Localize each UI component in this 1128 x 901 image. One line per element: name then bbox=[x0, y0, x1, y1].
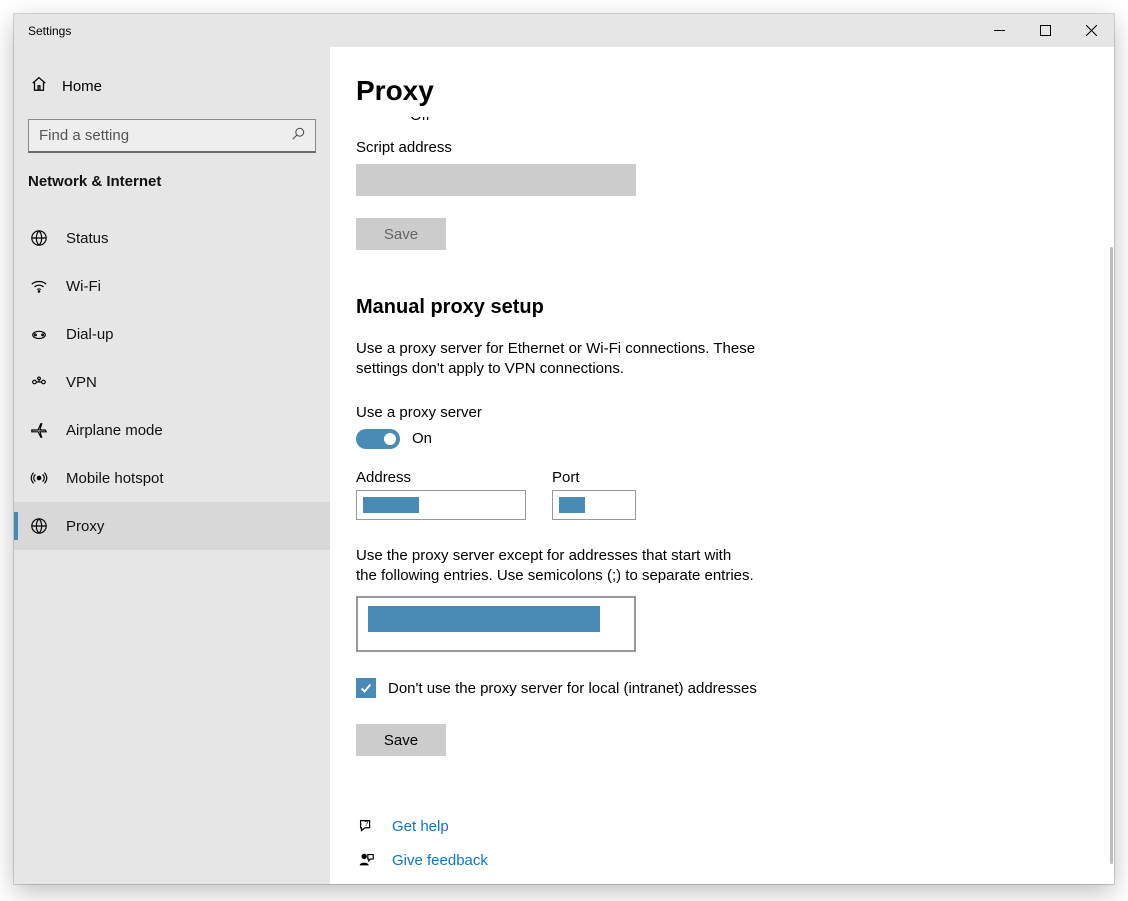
use-proxy-label: Use a proxy server bbox=[356, 404, 1088, 421]
sidebar-item-label: Airplane mode bbox=[66, 422, 163, 439]
address-input[interactable] bbox=[356, 490, 526, 520]
hotspot-icon bbox=[30, 469, 48, 487]
port-input[interactable] bbox=[552, 490, 636, 520]
address-value-redacted bbox=[363, 497, 419, 513]
sidebar-item-proxy[interactable]: Proxy bbox=[14, 502, 330, 550]
sidebar-item-label: Mobile hotspot bbox=[66, 470, 164, 487]
home-link[interactable]: Home bbox=[14, 69, 330, 103]
sidebar: Home Network & Internet bbox=[14, 47, 330, 884]
save-script-button: Save bbox=[356, 218, 446, 250]
nav-list: Status Wi-Fi Dial-up bbox=[14, 204, 330, 550]
sidebar-item-label: Dial-up bbox=[66, 326, 114, 343]
close-button[interactable] bbox=[1068, 14, 1114, 47]
address-label: Address bbox=[356, 469, 526, 486]
proxy-icon bbox=[30, 517, 48, 535]
feedback-icon bbox=[356, 850, 376, 870]
minimize-button[interactable] bbox=[976, 14, 1022, 47]
save-manual-button[interactable]: Save bbox=[356, 724, 446, 756]
wifi-icon bbox=[30, 277, 48, 295]
window-title: Settings bbox=[14, 24, 71, 38]
script-address-label: Script address bbox=[356, 139, 1088, 156]
port-value-redacted bbox=[559, 497, 585, 513]
sidebar-item-hotspot[interactable]: Mobile hotspot bbox=[14, 454, 330, 502]
help-link-label: Get help bbox=[392, 818, 449, 835]
sidebar-item-label: Status bbox=[66, 230, 109, 247]
svg-text:?: ? bbox=[364, 819, 368, 828]
home-label: Home bbox=[62, 78, 102, 95]
page-title: Proxy bbox=[330, 47, 1114, 117]
sidebar-item-vpn[interactable]: VPN bbox=[14, 358, 330, 406]
bypass-value-redacted bbox=[368, 606, 600, 632]
sidebar-item-dialup[interactable]: Dial-up bbox=[14, 310, 330, 358]
local-bypass-row[interactable]: Don't use the proxy server for local (in… bbox=[356, 678, 1088, 698]
bypass-list-input[interactable] bbox=[356, 596, 636, 652]
sidebar-item-airplane[interactable]: Airplane mode bbox=[14, 406, 330, 454]
bypass-description: Use the proxy server except for addresse… bbox=[356, 546, 756, 587]
vertical-scrollbar[interactable] bbox=[1110, 247, 1113, 864]
airplane-icon bbox=[30, 421, 48, 439]
feedback-link-label: Give feedback bbox=[392, 852, 488, 869]
sidebar-item-wifi[interactable]: Wi-Fi bbox=[14, 262, 330, 310]
manual-proxy-title: Manual proxy setup bbox=[356, 296, 1088, 319]
titlebar: Settings bbox=[14, 14, 1114, 47]
sidebar-item-status[interactable]: Status bbox=[14, 214, 330, 262]
sidebar-item-label: VPN bbox=[66, 374, 97, 391]
local-bypass-label: Don't use the proxy server for local (in… bbox=[388, 680, 757, 697]
content-scroll[interactable]: Off Script address Save Manual proxy set… bbox=[330, 117, 1114, 884]
window-controls bbox=[976, 14, 1114, 47]
toggle-off-label: Off bbox=[410, 117, 430, 123]
get-help-link[interactable]: ? Get help bbox=[356, 816, 1088, 836]
port-label: Port bbox=[552, 469, 636, 486]
sidebar-item-label: Wi-Fi bbox=[66, 278, 101, 295]
status-icon bbox=[30, 229, 48, 247]
sidebar-item-label: Proxy bbox=[66, 518, 104, 535]
settings-window: Settings Home bbox=[14, 14, 1114, 884]
content-area: Proxy Off Script address Save Manual pro… bbox=[330, 47, 1114, 884]
dialup-icon bbox=[30, 325, 48, 343]
give-feedback-link[interactable]: Give feedback bbox=[356, 850, 1088, 870]
use-proxy-toggle[interactable]: On bbox=[356, 429, 1088, 449]
toggle-on-label: On bbox=[412, 430, 432, 447]
script-address-input bbox=[356, 164, 636, 196]
local-bypass-checkbox[interactable] bbox=[356, 678, 376, 698]
search-icon bbox=[291, 127, 305, 145]
category-label: Network & Internet bbox=[14, 163, 330, 204]
home-icon bbox=[30, 75, 48, 97]
use-setup-script-toggle[interactable]: Off bbox=[356, 117, 1088, 123]
search-input[interactable] bbox=[28, 119, 316, 153]
search-field[interactable] bbox=[39, 127, 278, 144]
vpn-icon bbox=[30, 373, 48, 391]
maximize-button[interactable] bbox=[1022, 14, 1068, 47]
manual-proxy-description: Use a proxy server for Ethernet or Wi-Fi… bbox=[356, 339, 806, 380]
help-icon: ? bbox=[356, 816, 376, 836]
